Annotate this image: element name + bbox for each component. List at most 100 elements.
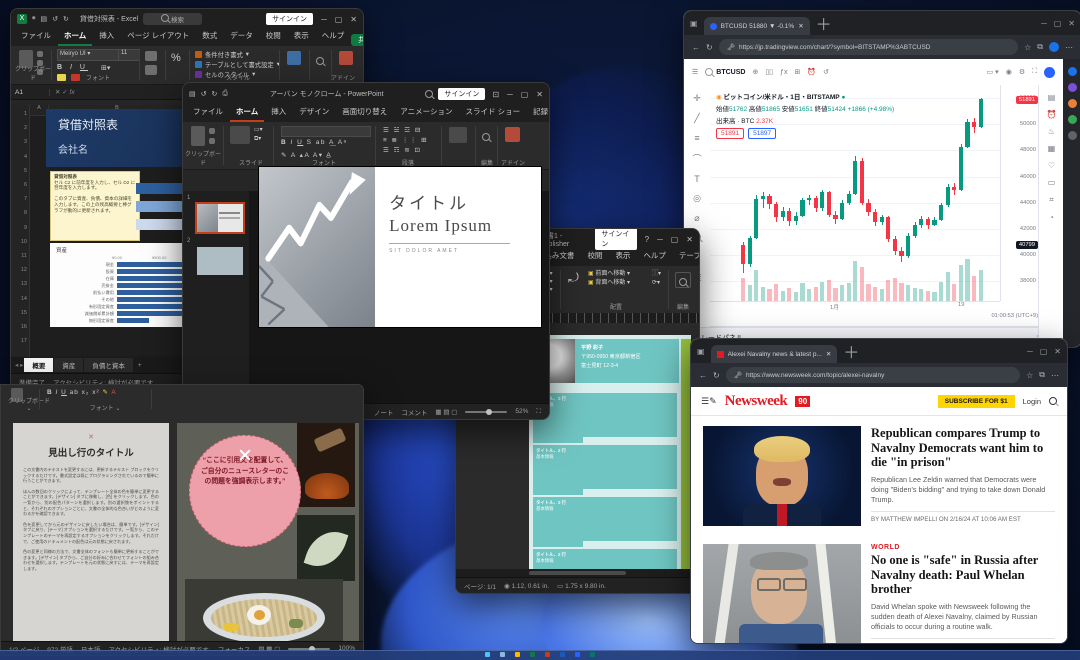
ribbon-tab[interactable]: 表示 [288, 28, 315, 46]
site-search-icon[interactable] [1049, 397, 1057, 405]
tab-close-icon[interactable]: ✕ [826, 350, 831, 358]
wrap-text-button[interactable]: ⤾ [568, 270, 579, 286]
signin-button[interactable]: サインイン [266, 13, 313, 25]
ribbon-tab[interactable]: アニメーション [394, 104, 458, 122]
maximize-button[interactable]: ▢ [1040, 347, 1048, 356]
article-byline[interactable]: BY NICK MORDOWANEC ON 2/16/24 AT 10:03 A… [871, 638, 1055, 644]
close-button[interactable]: ✕ [1068, 19, 1075, 28]
measure-tool-icon[interactable]: ⌀ [694, 213, 699, 224]
redo-icon[interactable]: ↻ [212, 90, 218, 98]
publication-page[interactable]: 平野 彩子 〒950-0950 東京都新宿区 富士見町 12-3-4 タイトル、… [529, 335, 691, 569]
close-button[interactable]: ✕ [350, 15, 357, 24]
document-title-heading[interactable]: 見出し行のタイトル [13, 445, 169, 459]
candles-style-icon[interactable]: ▯▯ [765, 68, 773, 76]
editing-find-button[interactable] [482, 128, 490, 146]
ribbon-tab[interactable]: スライド ショー [459, 104, 526, 122]
hotlist-icon[interactable]: ♨ [1048, 127, 1055, 136]
chart-clock[interactable]: 01:00:53 (UTC+9) [710, 313, 1044, 327]
section-box[interactable] [581, 445, 677, 489]
paragraph[interactable]: 色の変更と同様の方法で、文書全体のフォントも簡単に更新することができます。[デザ… [23, 549, 159, 571]
replay-icon[interactable]: ↺ [823, 68, 829, 76]
redo-icon[interactable]: ↻ [63, 15, 69, 23]
watchlist-icon[interactable]: ▤ [1048, 93, 1056, 102]
object-tree-icon[interactable]: ⌗ [1049, 195, 1054, 205]
fit-slide-icon[interactable]: ⛶ [536, 408, 541, 416]
minimize-button[interactable]: ─ [657, 235, 663, 244]
url-field[interactable]: 🗝 https://jp.tradingview.com/chart/?symb… [719, 39, 1018, 55]
shapes-arrange-button[interactable] [449, 127, 467, 143]
powerpoint-window[interactable]: ▤ ↺ ↻ ⎙ アーバン モノクローム - PowerPoint サインイン ⊡… [182, 82, 550, 420]
slide-title-jp[interactable]: タイトル [389, 193, 531, 215]
browser-tab[interactable]: BTCUSD 51880 ▼ -0.1% ✕ [704, 17, 810, 35]
maximize-button[interactable]: ▢ [671, 235, 679, 244]
bold-italic-underline-buttons[interactable]: B I U [57, 64, 88, 71]
article-row[interactable]: Republican compares Trump to Navalny Dem… [691, 416, 1067, 534]
crosshair-tool-icon[interactable]: ✛ [693, 93, 701, 104]
copilot-icon[interactable] [1068, 67, 1077, 76]
powerpoint-taskbar-icon[interactable] [545, 652, 550, 657]
article-byline[interactable]: BY MATTHEW IMPELLI ON 2/16/24 AT 10:06 A… [871, 511, 1055, 523]
login-link[interactable]: Login [1023, 397, 1041, 406]
sidebar-app-icon[interactable] [1068, 115, 1077, 124]
ribbon-tab[interactable]: テーブル デザイン [673, 248, 700, 266]
comment-note[interactable]: 貸借対照表 セル C2 に前年度を入力し、セル D2 に翌年度を入力します。 こ… [50, 171, 140, 241]
tradingview-browser-window[interactable]: ▣ BTCUSD 51880 ▼ -0.1% ✕ ＋ ─ ▢ ✕ ← ↻ 🗝 h… [683, 10, 1080, 348]
layout-grid-icon[interactable]: ⊞ [794, 68, 800, 76]
paragraph[interactable]: 色を変更してから元のデザインに戻したい場合は、簡単です。[デザイン] タブに戻り… [23, 522, 159, 544]
pullquote-circle[interactable]: “ここに引用文を配置して、ご自分のニュースレターのこの問題を強調表示します。” [189, 435, 301, 547]
ribbon-tab[interactable]: 挿入 [93, 28, 120, 46]
conditional-formatting-button[interactable]: 条件付き書式 ▾ [195, 50, 280, 59]
sidebar-app-icon[interactable] [1068, 99, 1077, 108]
sheet-tab[interactable]: 資産 [54, 358, 83, 372]
back-icon[interactable]: ← [692, 43, 700, 52]
document-page-2-newsletter[interactable]: “ここに引用文を配置して、ご自分のニュースレターのこの問題を強調表示します。” [177, 423, 359, 641]
ribbon-tab[interactable]: ホーム [230, 104, 264, 122]
site-menu-icon[interactable]: ☰✎ [701, 396, 717, 407]
search-input[interactable]: 検索 [143, 13, 202, 25]
article-headline[interactable]: Republican compares Trump to Navalny Dem… [871, 426, 1055, 470]
snapshot-icon[interactable]: ◉ [1006, 68, 1012, 76]
slide-thumbnail-panel[interactable]: 1 2 [183, 191, 249, 403]
ribbon-tab[interactable]: ヘルプ [316, 28, 351, 46]
slide-thumbnail-2[interactable] [197, 247, 243, 275]
refresh-icon[interactable]: ↻ [706, 43, 713, 52]
powerpoint-titlebar[interactable]: ▤ ↺ ↻ ⎙ アーバン モノクローム - PowerPoint サインイン ⊡… [183, 83, 549, 105]
favorites-icon[interactable]: ☆ [1026, 371, 1033, 380]
sheet-nav-icons[interactable]: ◂ ▸ [15, 361, 23, 369]
search-icon[interactable] [500, 652, 505, 657]
document-page-1[interactable]: ✕ 見出し行のタイトル この文書内のテキストを変更するには、更新するテキスト ブ… [13, 423, 169, 641]
interval-button[interactable]: ⊕ [752, 68, 758, 76]
contact-card[interactable]: 平野 彩子 〒950-0950 東京都新宿区 富士見町 12-3-4 [575, 339, 679, 383]
save-layout-button[interactable]: ▭ ▾ [987, 68, 999, 76]
powerpoint-ribbon-tabs[interactable]: ファイルホーム挿入デザイン画面切り替えアニメーションスライド ショー記録校閲表示… [183, 105, 549, 122]
paragraph[interactable]: この文書内のテキストを変更するには、更新するテキスト ブロックをクリックするだけ… [23, 467, 159, 484]
excel-taskbar-icon[interactable] [530, 652, 535, 657]
undo-icon[interactable]: ↺ [52, 15, 58, 23]
view-icons[interactable]: ▦ ▤ ▢ [435, 408, 457, 416]
new-sheet-button[interactable]: + [134, 362, 146, 369]
alert-icon[interactable]: ⏰ [807, 68, 816, 76]
search-icon[interactable] [425, 90, 433, 98]
sheet-tab[interactable]: 負債と資本 [84, 358, 133, 372]
notes-button[interactable]: ノート [374, 407, 394, 417]
new-tab-button[interactable]: ＋ [816, 11, 832, 35]
newsweek-browser-window[interactable]: ▣ Alexei Navalny news & latest p... ✕ ＋ … [690, 338, 1068, 644]
trump-photo[interactable] [703, 426, 861, 526]
edge-sidebar[interactable] [1063, 59, 1080, 347]
minimize-button[interactable]: ─ [321, 15, 327, 24]
wrap-icon[interactable] [145, 65, 157, 75]
maximize-button[interactable]: ▢ [1054, 19, 1062, 28]
ribbon-tab[interactable]: データ [224, 28, 259, 46]
ideas-icon[interactable]: ♡ [1048, 161, 1055, 170]
excel-ribbon-tabs[interactable]: ファイルホーム挿入ページ レイアウト数式データ校閲表示ヘルプ 共有 [11, 29, 363, 46]
ribbon-tab[interactable]: デザイン [293, 104, 335, 122]
subscribe-button[interactable]: SUBSCRIBE FOR $1 [938, 395, 1015, 408]
paragraph[interactable]: ほんの数回のクリックによって、テンプレート全体の色を簡単に変更することができます… [23, 489, 159, 517]
cells-button[interactable] [287, 51, 301, 65]
browser-menu-icon[interactable]: ▣ [697, 347, 705, 356]
ribbon-tab[interactable]: 校閲 [260, 28, 287, 46]
favorites-icon[interactable]: ☆ [1024, 43, 1031, 52]
article-row[interactable]: WORLD No one is "safe" in Russia after N… [691, 534, 1067, 643]
save-icon[interactable]: ▤ [41, 15, 48, 23]
cut-icon[interactable] [209, 128, 215, 134]
